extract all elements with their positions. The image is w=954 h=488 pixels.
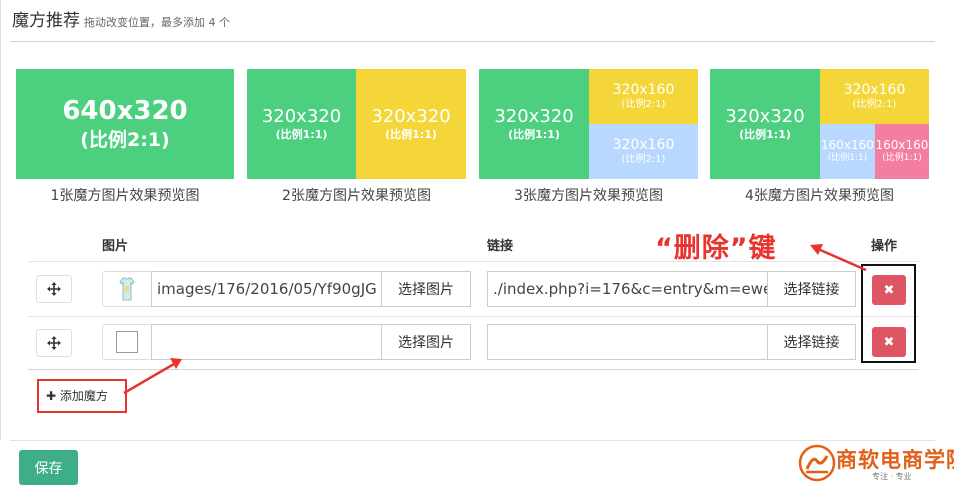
- brand-logo: 商软电商学院 专注 · 专业: [798, 442, 954, 486]
- add-cube-button[interactable]: ✚ 添加魔方: [46, 387, 108, 404]
- arrow-to-empty-row-icon: [123, 358, 182, 395]
- footer-divider: [10, 440, 935, 441]
- logo-tagline: 专注 · 专业: [872, 472, 912, 481]
- save-button[interactable]: 保存: [19, 450, 78, 485]
- logo-emblem-icon: [798, 444, 836, 482]
- add-cube-label: 添加魔方: [59, 389, 108, 403]
- plus-icon: ✚: [46, 389, 57, 403]
- arrow-to-delete-icon: [810, 244, 867, 272]
- logo-text: 商软电商学院: [836, 447, 954, 472]
- annotation-arrows: [123, 244, 867, 395]
